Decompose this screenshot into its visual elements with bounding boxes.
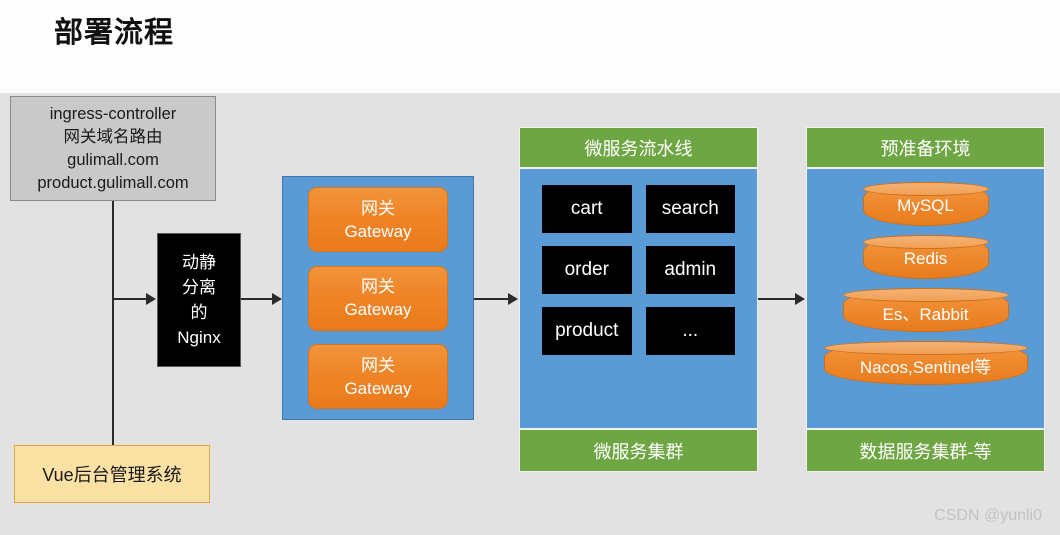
microservice-body: cart search order admin product ... bbox=[519, 168, 758, 429]
pre-env-header: 预准备环境 bbox=[806, 127, 1045, 168]
microservice-cluster-footer: 微服务集群 bbox=[519, 429, 758, 472]
arrow-microservice-to-env bbox=[795, 293, 805, 305]
ingress-line-4: product.gulimall.com bbox=[37, 173, 189, 192]
datastore-es-rabbit: Es、Rabbit bbox=[842, 288, 1009, 332]
vue-admin-box: Vue后台管理系统 bbox=[14, 445, 210, 503]
gateway-card-line1: 网关 bbox=[361, 198, 395, 218]
microservice-stack: 微服务流水线 cart search order admin product .… bbox=[519, 127, 758, 472]
watermark: CSDN @yunli0 bbox=[934, 507, 1042, 524]
gateway-card-line1: 网关 bbox=[361, 277, 395, 296]
gateway-card-line2: Gateway bbox=[344, 300, 412, 319]
nginx-line-2: 分离 bbox=[182, 278, 216, 297]
nginx-line-4: Nginx bbox=[177, 328, 221, 347]
microservice-pipeline-header: 微服务流水线 bbox=[519, 127, 758, 168]
service-box-product: product bbox=[542, 307, 632, 355]
connector-ingress-to-nginx bbox=[112, 298, 147, 300]
page-title: 部署流程 bbox=[54, 17, 175, 49]
ingress-controller-box: ingress-controller 网关域名路由 gulimall.com p… bbox=[10, 96, 216, 201]
nginx-line-3: 的 bbox=[190, 303, 208, 322]
ingress-line-3: gulimall.com bbox=[67, 150, 159, 169]
gateway-card-line1: 网关 bbox=[361, 355, 395, 375]
ingress-line-2: 网关域名路由 bbox=[63, 127, 163, 146]
gateway-card: 网关 Gateway bbox=[308, 187, 448, 252]
env-stack: 预准备环境 MySQL Redis Es、Rabbit Nacos,Sentin… bbox=[806, 127, 1045, 472]
datastore-es-rabbit-label: Es、Rabbit bbox=[882, 304, 969, 324]
gateway-card: 网关 Gateway bbox=[308, 344, 448, 409]
gateway-card: 网关 Gateway bbox=[308, 265, 448, 331]
service-box-more: ... bbox=[645, 307, 735, 355]
arrow-ingress-to-nginx bbox=[146, 293, 156, 305]
data-service-cluster-footer: 数据服务集群-等 bbox=[806, 429, 1045, 472]
env-body: MySQL Redis Es、Rabbit Nacos,Sentinel等 bbox=[806, 168, 1045, 429]
gateway-panel: 网关 Gateway 网关 Gateway 网关 Gateway bbox=[282, 176, 474, 420]
datastore-nacos-sentinel: Nacos,Sentinel等 bbox=[823, 341, 1028, 385]
gateway-card-line2: Gateway bbox=[344, 221, 412, 241]
service-box-admin: admin bbox=[645, 246, 735, 294]
datastore-mysql: MySQL bbox=[862, 182, 989, 226]
nginx-box: 动静 分离 的 Nginx bbox=[157, 233, 241, 367]
service-grid: cart search order admin product ... bbox=[520, 169, 757, 369]
datastore-mysql-label: MySQL bbox=[897, 196, 954, 215]
datastore-list: MySQL Redis Es、Rabbit Nacos,Sentinel等 bbox=[807, 169, 1044, 395]
datastore-redis: Redis bbox=[862, 235, 989, 279]
connector-gateway-to-microservice bbox=[474, 298, 509, 300]
connector-ingress-vertical bbox=[112, 201, 114, 445]
nginx-line-1: 动静 bbox=[182, 253, 216, 272]
service-box-cart: cart bbox=[542, 185, 632, 233]
service-box-search: search bbox=[645, 185, 735, 233]
arrow-nginx-to-gateway bbox=[272, 293, 282, 305]
gateway-card-line2: Gateway bbox=[344, 378, 412, 398]
connector-microservice-to-env bbox=[758, 298, 796, 300]
arrow-gateway-to-microservice bbox=[508, 293, 518, 305]
service-box-order: order bbox=[542, 246, 632, 294]
ingress-line-1: ingress-controller bbox=[49, 104, 177, 123]
connector-nginx-to-gateway bbox=[241, 298, 273, 300]
datastore-redis-label: Redis bbox=[903, 249, 948, 268]
diagram-canvas: 部署流程 ingress-controller 网关域名路由 gulimall.… bbox=[0, 0, 1060, 535]
datastore-nacos-sentinel-label: Nacos,Sentinel等 bbox=[859, 357, 992, 377]
